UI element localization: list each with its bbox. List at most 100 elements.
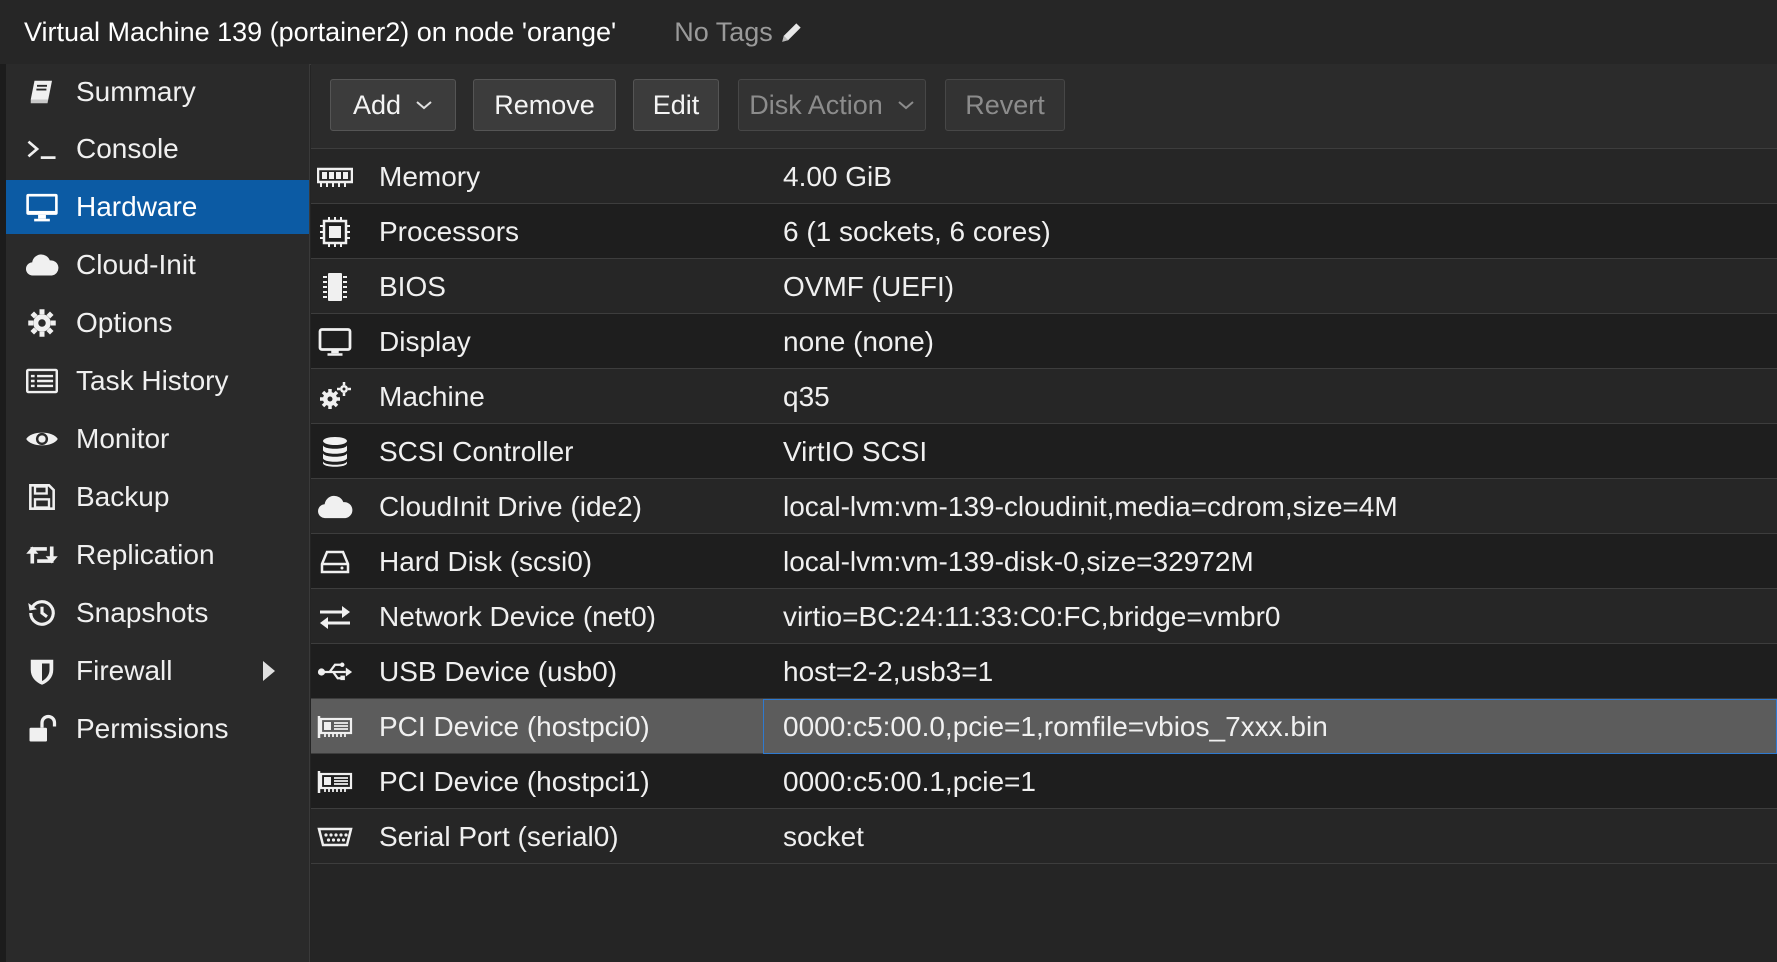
history-icon bbox=[24, 595, 60, 631]
pci-card-icon bbox=[317, 709, 353, 745]
row-value: q35 bbox=[783, 381, 830, 412]
table-row-selected[interactable]: PCI Device (hostpci0) 0000:c5:00.0,pcie=… bbox=[311, 699, 1777, 754]
chip-icon bbox=[317, 269, 353, 305]
serial-port-icon bbox=[317, 819, 353, 855]
cpu-icon bbox=[317, 214, 353, 250]
table-row[interactable]: Network Device (net0) virtio=BC:24:11:33… bbox=[311, 589, 1777, 644]
book-icon bbox=[24, 74, 60, 110]
row-value: virtio=BC:24:11:33:C0:FC,bridge=vmbr0 bbox=[783, 601, 1281, 632]
terminal-icon bbox=[24, 131, 60, 167]
sidebar-item-monitor[interactable]: Monitor bbox=[6, 412, 309, 466]
table-row[interactable]: PCI Device (hostpci1) 0000:c5:00.1,pcie=… bbox=[311, 754, 1777, 809]
sidebar-item-snapshots[interactable]: Snapshots bbox=[6, 586, 309, 640]
sidebar-item-summary[interactable]: Summary bbox=[6, 65, 309, 119]
sidebar-nav: Summary Console Hardware Cloud-Init Opti… bbox=[6, 64, 310, 962]
tags-label: No Tags bbox=[674, 16, 773, 47]
table-row[interactable]: SCSI Controller VirtIO SCSI bbox=[311, 424, 1777, 479]
row-value: 0000:c5:00.1,pcie=1 bbox=[783, 766, 1036, 797]
retweet-icon bbox=[24, 537, 60, 573]
pencil-icon[interactable] bbox=[779, 19, 805, 45]
pci-card-icon bbox=[317, 764, 353, 800]
sidebar-item-label: Monitor bbox=[76, 423, 170, 454]
row-name: USB Device (usb0) bbox=[379, 656, 618, 687]
row-value: 6 (1 sockets, 6 cores) bbox=[783, 216, 1051, 247]
expand-arrow-icon[interactable] bbox=[263, 661, 275, 681]
cloud-icon bbox=[317, 489, 353, 525]
table-row[interactable]: Processors 6 (1 sockets, 6 cores) bbox=[311, 204, 1777, 259]
table-row[interactable]: Display none (none) bbox=[311, 314, 1777, 369]
row-name: Serial Port (serial0) bbox=[379, 821, 619, 852]
sidebar-item-permissions[interactable]: Permissions bbox=[6, 702, 309, 756]
sidebar-item-label: Snapshots bbox=[76, 597, 209, 628]
sidebar-item-label: Task History bbox=[76, 365, 229, 396]
sidebar-item-label: Firewall bbox=[76, 655, 173, 686]
table-row[interactable]: Memory 4.00 GiB bbox=[311, 149, 1777, 204]
sidebar-item-label: Options bbox=[76, 307, 173, 338]
sidebar-item-label: Backup bbox=[76, 481, 170, 512]
hdd-icon bbox=[317, 544, 353, 580]
row-name: PCI Device (hostpci0) bbox=[379, 711, 650, 742]
list-icon bbox=[24, 363, 60, 399]
sidebar-item-options[interactable]: Options bbox=[6, 296, 309, 350]
gear-icon bbox=[24, 305, 60, 341]
add-button-label: Add bbox=[352, 89, 402, 120]
sidebar-item-cloud-init[interactable]: Cloud-Init bbox=[6, 238, 309, 292]
exchange-icon bbox=[317, 599, 353, 635]
usb-icon bbox=[317, 654, 353, 690]
row-name: CloudInit Drive (ide2) bbox=[379, 491, 642, 522]
table-row[interactable]: Serial Port (serial0) socket bbox=[311, 809, 1777, 864]
sidebar-item-hardware[interactable]: Hardware bbox=[6, 180, 309, 234]
desktop-icon bbox=[24, 189, 60, 225]
row-name: BIOS bbox=[379, 271, 446, 302]
edit-button[interactable]: Edit bbox=[633, 79, 719, 131]
disk-action-button[interactable]: Disk Action bbox=[738, 79, 926, 131]
remove-button[interactable]: Remove bbox=[473, 79, 616, 131]
sidebar-item-label: Hardware bbox=[76, 191, 198, 222]
row-name: Memory bbox=[379, 161, 481, 192]
add-button[interactable]: Add bbox=[330, 79, 456, 131]
row-name: Processors bbox=[379, 216, 520, 247]
chevron-down-icon bbox=[415, 99, 433, 111]
hardware-panel: Add Remove Edit Disk Action Revert Memor… bbox=[311, 64, 1777, 962]
cell-focus-outline bbox=[763, 699, 1777, 754]
sidebar-item-label: Cloud-Init bbox=[76, 249, 196, 280]
sidebar-item-replication[interactable]: Replication bbox=[6, 528, 309, 582]
cloud-icon bbox=[24, 247, 60, 283]
row-value: none (none) bbox=[783, 326, 935, 357]
title-bar: Virtual Machine 139 (portainer2) on node… bbox=[0, 0, 1777, 65]
database-icon bbox=[317, 434, 353, 470]
table-row[interactable]: CloudInit Drive (ide2) local-lvm:vm-139-… bbox=[311, 479, 1777, 534]
edit-button-label: Edit bbox=[652, 89, 700, 120]
tags-editor[interactable]: No Tags bbox=[674, 17, 805, 48]
sidebar-item-task-history[interactable]: Task History bbox=[6, 354, 309, 408]
sidebar-item-label: Permissions bbox=[76, 713, 229, 744]
row-name: PCI Device (hostpci1) bbox=[379, 766, 650, 797]
row-value: host=2-2,usb3=1 bbox=[783, 656, 994, 687]
eye-icon bbox=[24, 421, 60, 457]
desktop-icon bbox=[317, 324, 353, 360]
revert-button[interactable]: Revert bbox=[945, 79, 1065, 131]
row-name: SCSI Controller bbox=[379, 436, 574, 467]
table-row[interactable]: Hard Disk (scsi0) local-lvm:vm-139-disk-… bbox=[311, 534, 1777, 589]
row-value: VirtIO SCSI bbox=[783, 436, 928, 467]
revert-button-label: Revert bbox=[965, 89, 1045, 120]
row-name: Hard Disk (scsi0) bbox=[379, 546, 593, 577]
sidebar-item-label: Summary bbox=[76, 76, 196, 107]
row-value: socket bbox=[783, 821, 864, 852]
chevron-down-icon bbox=[897, 99, 915, 111]
sidebar-item-label: Console bbox=[76, 133, 179, 164]
row-value: 4.00 GiB bbox=[783, 161, 892, 192]
gears-icon bbox=[317, 379, 353, 415]
window-title: Virtual Machine 139 (portainer2) on node… bbox=[24, 16, 617, 47]
sidebar-item-console[interactable]: Console bbox=[6, 122, 309, 176]
sidebar-item-firewall[interactable]: Firewall bbox=[6, 644, 309, 698]
remove-button-label: Remove bbox=[494, 89, 595, 120]
row-value: local-lvm:vm-139-cloudinit,media=cdrom,s… bbox=[783, 491, 1398, 522]
memory-icon bbox=[317, 159, 353, 195]
sidebar-item-backup[interactable]: Backup bbox=[6, 470, 309, 524]
toolbar: Add Remove Edit Disk Action Revert bbox=[311, 64, 1777, 149]
table-row[interactable]: Machine q35 bbox=[311, 369, 1777, 424]
table-row[interactable]: USB Device (usb0) host=2-2,usb3=1 bbox=[311, 644, 1777, 699]
unlock-icon bbox=[24, 711, 60, 747]
table-row[interactable]: BIOS OVMF (UEFI) bbox=[311, 259, 1777, 314]
